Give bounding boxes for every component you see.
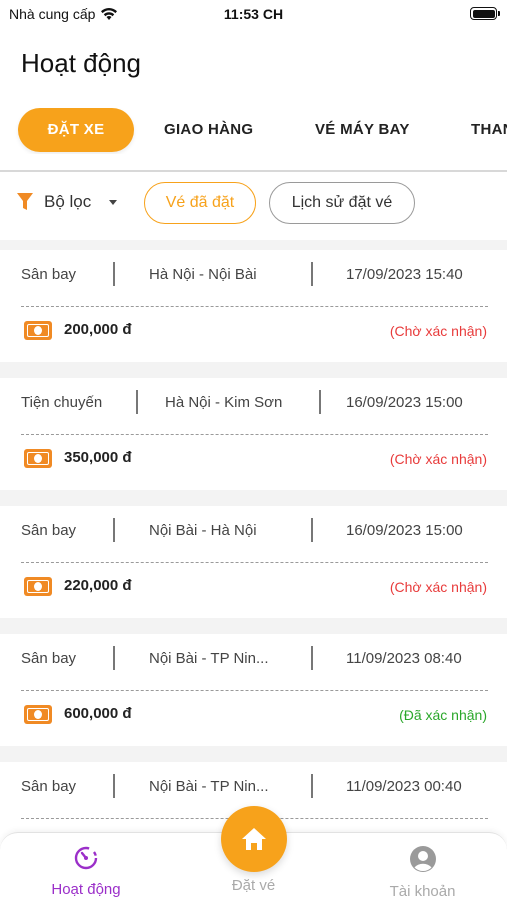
- page-title: Hoạt động: [21, 48, 141, 78]
- money-icon: [24, 321, 52, 340]
- booking-route: Nội Bài - Hà Nội: [149, 522, 257, 539]
- booking-type: Sân bay: [21, 650, 77, 667]
- category-tabs: ĐẶT XE GIAO HÀNG VÉ MÁY BAY THAN: [0, 108, 507, 154]
- tab-giao-hang[interactable]: GIAO HÀNG: [164, 108, 253, 152]
- account-icon: [409, 846, 436, 872]
- home-icon: [242, 828, 266, 850]
- booking-datetime: 16/09/2023 15:00: [346, 394, 463, 411]
- nav-account-label: Tài khoản: [389, 883, 456, 900]
- column-separator: [311, 262, 313, 286]
- column-separator: [113, 262, 115, 286]
- battery-icon: [470, 7, 500, 20]
- tab-dat-xe[interactable]: ĐẶT XE: [18, 108, 134, 152]
- booking-price: 220,000 đ: [64, 577, 132, 594]
- booking-status: (Chờ xác nhận): [389, 451, 487, 467]
- column-separator: [113, 774, 115, 798]
- dashed-divider: [21, 306, 488, 307]
- booking-price: 600,000 đ: [64, 705, 132, 722]
- column-separator: [113, 518, 115, 542]
- dashed-divider: [21, 562, 488, 563]
- tab-ve-may-bay[interactable]: VÉ MÁY BAY: [315, 108, 410, 152]
- booking-route: Hà Nội - Kim Sơn: [165, 394, 283, 411]
- booking-status: (Đã xác nhận): [399, 707, 487, 723]
- nav-book-label[interactable]: Đặt vé: [205, 877, 302, 894]
- nav-account[interactable]: Tài khoản: [375, 845, 470, 900]
- booking-card[interactable]: Tiện chuyến Hà Nội - Kim Sơn 16/09/2023 …: [0, 378, 507, 490]
- booking-card[interactable]: Sân bay Nội Bài - Hà Nội 16/09/2023 15:0…: [0, 506, 507, 618]
- book-home-button[interactable]: [221, 806, 287, 872]
- activity-icon: [74, 846, 98, 870]
- booking-datetime: 17/09/2023 15:40: [346, 266, 463, 283]
- dashed-divider: [21, 434, 488, 435]
- booking-route: Hà Nội - Nội Bài: [149, 266, 257, 283]
- money-icon: [24, 705, 52, 724]
- booking-list[interactable]: Sân bay Hà Nội - Nội Bài 17/09/2023 15:4…: [0, 240, 507, 832]
- filter-dropdown[interactable]: Bộ lọc: [16, 192, 118, 212]
- money-icon: [24, 449, 52, 468]
- column-separator: [319, 390, 321, 414]
- status-bar: Nhà cung cấp 11:53 CH: [0, 0, 507, 30]
- booking-price: 350,000 đ: [64, 449, 132, 466]
- chip-booked-tickets[interactable]: Vé đã đặt: [144, 182, 256, 224]
- booking-datetime: 11/09/2023 08:40: [346, 650, 462, 667]
- money-icon: [24, 577, 52, 596]
- caret-down-icon: [109, 199, 118, 205]
- filter-row: Bộ lọc Vé đã đặt Lịch sử đặt vé: [0, 172, 507, 240]
- column-separator: [311, 774, 313, 798]
- booking-datetime: 11/09/2023 00:40: [346, 778, 462, 795]
- column-separator: [311, 518, 313, 542]
- booking-card[interactable]: Sân bay Nội Bài - TP Nin... 11/09/2023 0…: [0, 634, 507, 746]
- booking-status: (Chờ xác nhận): [389, 579, 487, 595]
- nav-activity[interactable]: Hoạt động: [40, 845, 132, 898]
- booking-type: Sân bay: [21, 522, 77, 539]
- dashed-divider: [21, 690, 488, 691]
- booking-type: Sân bay: [21, 778, 77, 795]
- booking-type: Tiện chuyến: [21, 394, 103, 411]
- column-separator: [136, 390, 138, 414]
- booking-price: 200,000 đ: [64, 321, 132, 338]
- booking-type: Sân bay: [21, 266, 77, 283]
- chip-booking-history[interactable]: Lịch sử đặt vé: [269, 182, 415, 224]
- nav-activity-label: Hoạt động: [51, 881, 121, 898]
- tab-than[interactable]: THAN: [471, 108, 507, 152]
- booking-card[interactable]: Sân bay Hà Nội - Nội Bài 17/09/2023 15:4…: [0, 250, 507, 362]
- booking-status: (Chờ xác nhận): [389, 323, 487, 339]
- booking-route: Nội Bài - TP Nin...: [149, 778, 269, 795]
- booking-route: Nội Bài - TP Nin...: [149, 650, 269, 667]
- booking-datetime: 16/09/2023 15:00: [346, 522, 463, 539]
- column-separator: [113, 646, 115, 670]
- filter-icon: [17, 193, 33, 210]
- filter-label: Bộ lọc: [44, 192, 92, 211]
- column-separator: [311, 646, 313, 670]
- status-time: 11:53 CH: [223, 6, 284, 22]
